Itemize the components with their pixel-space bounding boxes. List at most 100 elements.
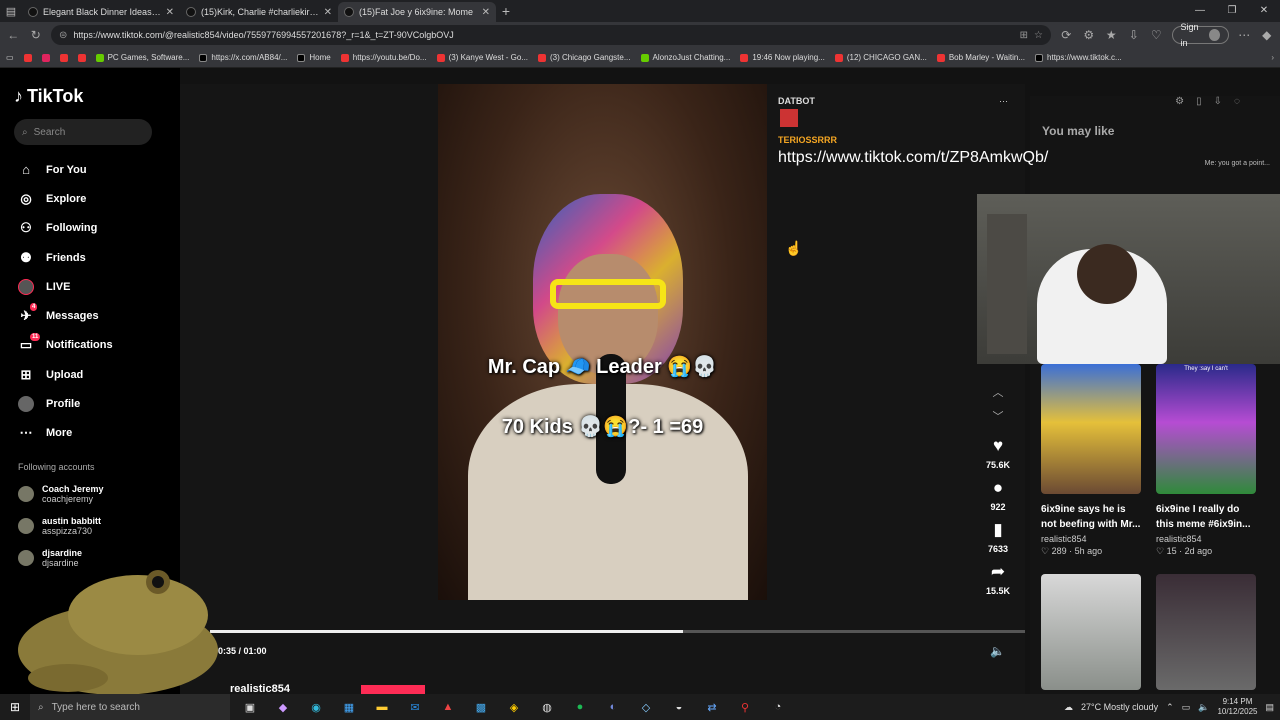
following-account[interactable]: austin babbitt asspizza730 [14,510,166,542]
video-frame[interactable]: Mr. Cap 🧢 Leader 😭💀 70 Kids 💀😭?- 1 =69 [438,84,767,600]
app-icon[interactable]: ◇ [636,698,656,716]
clock[interactable]: 9:14 PM 10/12/2025 [1217,697,1257,717]
card-author[interactable]: realistic854 [1156,534,1256,544]
extensions-icon[interactable]: ⚙ [1082,28,1097,42]
comment-icon[interactable]: ● [993,478,1003,498]
nav-friends[interactable]: ⚉ Friends [14,243,166,272]
video-thumbnail[interactable]: They :say I can't [1156,364,1256,494]
bookmarks-more-icon[interactable]: › [1271,53,1274,62]
like-heart-icon[interactable]: ♥ [993,436,1003,456]
spotify-icon[interactable]: ● [570,698,590,716]
progress-bar[interactable] [210,630,1025,633]
clipboard-icon[interactable]: ▯ [1196,96,1202,107]
follow-button[interactable] [361,685,425,694]
volume-icon[interactable]: 🔈 [1198,702,1209,713]
store-icon[interactable]: ▦ [339,698,359,716]
download-icon[interactable]: ⇩ [1214,96,1222,107]
share-icon[interactable]: ➦ [991,562,1005,582]
bookmark-icon[interactable] [41,53,50,62]
bookmark-icon[interactable] [23,53,32,62]
copilot-icon[interactable]: ◆ [273,698,293,716]
app-icon[interactable]: ◔ [768,698,788,716]
new-tab-button[interactable]: + [496,3,516,19]
notifications-icon[interactable]: ▤ [1265,702,1274,713]
sign-in-button[interactable]: Sign in [1171,22,1229,48]
refresh-icon[interactable]: ↻ [29,28,44,42]
video-card[interactable] [1041,574,1141,690]
bookmark-item[interactable]: (3) Kanye West - Go... [436,53,528,62]
bookmark-item[interactable]: AlonzoJust Chatting... [640,53,730,62]
bookmark-folder-icon[interactable]: ▭ [6,53,14,62]
video-card[interactable] [1156,574,1256,690]
tiktok-logo[interactable]: ♪ TikTok [14,86,166,107]
app-icon[interactable]: ◍ [537,698,557,716]
bookmark-item[interactable]: PC Games, Software... [95,53,189,62]
start-icon[interactable]: ⊞ [0,700,30,714]
next-video-icon[interactable]: ﹀ [993,408,1004,432]
weather-text[interactable]: 27°C Mostly cloudy [1081,702,1158,712]
nav-explore[interactable]: ◎ Explore [14,184,166,213]
tab-3-active[interactable]: (15)Fat Joe y 6ix9ine: Mome ✕ [338,2,496,22]
previous-video-icon[interactable]: ︿ [993,384,1004,408]
search-input[interactable]: ⌕ Search [14,119,152,145]
more-menu-icon[interactable]: ⋯ [1237,28,1252,42]
bookmark-icon[interactable] [77,53,86,62]
nav-notifications[interactable]: ▭ 11 Notifications [14,331,166,360]
favorites-icon[interactable]: ★ [1104,28,1119,42]
settings-icon[interactable]: ⚙ [1175,96,1184,107]
site-info-icon[interactable]: ⊜ [59,30,67,41]
app-icon[interactable]: ⇄ [702,698,722,716]
copilot-icon[interactable]: ◆ [1259,28,1274,42]
nav-following[interactable]: ⚇ Following [14,214,166,243]
video-card[interactable]: 6ix9ine says he is not beefing with Mr..… [1041,364,1141,557]
app-icon[interactable]: ◈ [504,698,524,716]
discord-icon[interactable]: ◐ [603,698,623,716]
tab-1[interactable]: Elegant Black Dinner Ideas for Sp ✕ [22,2,180,22]
bookmark-item[interactable]: 19:46 Now playing... [740,53,825,62]
close-window-icon[interactable]: ✕ [1248,0,1280,22]
nav-profile[interactable]: Profile [14,389,166,418]
close-tab-icon[interactable]: ✕ [482,7,490,18]
bookmark-item[interactable]: https://www.tiktok.c... [1035,53,1122,62]
file-explorer-icon[interactable]: ▬ [372,698,392,716]
card-title[interactable]: 6ix9ine says he is not beefing with Mr..… [1041,502,1141,532]
chat-menu-icon[interactable]: ⋯ [999,96,1008,107]
nav-messages[interactable]: ✈ 4 Messages [14,301,166,330]
nav-for-you[interactable]: ⌂ For You [14,155,166,184]
weather-icon[interactable]: ☁ [1064,702,1073,713]
downloads-icon[interactable]: ⇩ [1127,28,1142,42]
card-title[interactable]: 6ix9ine I really do this meme #6ix9in... [1156,502,1256,532]
app-icon[interactable]: ▩ [471,698,491,716]
bookmark-icon[interactable] [59,53,68,62]
window-menu-icon[interactable]: ▤ [0,0,22,22]
app-icon[interactable]: ◒ [669,698,689,716]
tray-chevron-icon[interactable]: ⌃ [1166,702,1174,713]
bookmark-item[interactable]: https://x.com/AB84/... [199,53,287,62]
edge-icon[interactable]: ◉ [306,698,326,716]
maps-icon[interactable]: ⚲ [735,698,755,716]
favorite-star-icon[interactable]: ☆ [1034,30,1043,41]
refresh-page-icon[interactable]: ⟳ [1059,28,1074,42]
taskbar-search[interactable]: ⌕ Type here to search [30,694,230,720]
following-account[interactable]: Coach Jeremy coachjeremy [14,478,166,510]
video-thumbnail[interactable] [1041,364,1141,494]
video-card[interactable]: They :say I can't 6ix9ine I really do th… [1156,364,1256,557]
bookmark-item[interactable]: Bob Marley - Waitin... [936,53,1025,62]
close-tab-icon[interactable]: ✕ [324,7,332,18]
app-icon[interactable]: ⊞ [1020,30,1028,41]
collections-icon[interactable]: ♡ [1149,28,1164,42]
network-icon[interactable]: ▭ [1182,702,1191,713]
url-field[interactable]: ⊜ https://www.tiktok.com/@realistic854/v… [51,25,1051,45]
close-tab-icon[interactable]: ✕ [166,7,174,18]
nav-upload[interactable]: ⊞ Upload [14,360,166,389]
bookmark-icon[interactable]: ▮ [993,520,1002,540]
bookmark-item[interactable]: (12) CHICAGO GAN... [834,53,927,62]
app-icon[interactable]: ▲ [438,698,458,716]
back-icon[interactable]: ← [6,28,21,42]
card-author[interactable]: realistic854 [1041,534,1141,544]
bookmark-item[interactable]: (3) Chicago Gangste... [538,53,631,62]
bookmark-item[interactable]: https://youtu.be/Do... [340,53,427,62]
nav-live[interactable]: LIVE [14,272,166,301]
video-thumbnail[interactable] [1041,574,1141,690]
tab-2[interactable]: (15)Kirk, Charlie #charliekirk #fre ✕ [180,2,338,22]
